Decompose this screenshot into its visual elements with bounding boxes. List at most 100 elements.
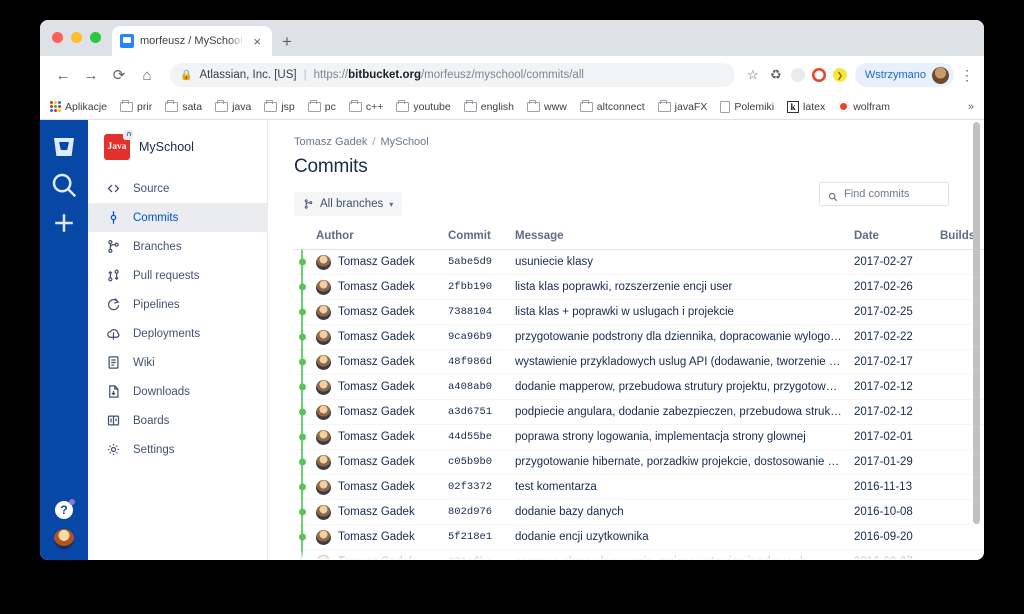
table-row[interactable]: Tomasz Gadek 7388104 lista klas + poprawki… [294, 299, 984, 325]
lock-icon: 🔒 [180, 69, 193, 81]
address-bar[interactable]: 🔒 Atlassian, Inc. [US] | https://bitbuck… [170, 63, 735, 87]
commit-hash[interactable]: 5f218e1 [448, 531, 515, 543]
bookmark-item[interactable]: java [215, 99, 251, 113]
bookmark-item[interactable]: wolfram [838, 101, 890, 113]
close-icon[interactable]: × [250, 33, 264, 50]
table-row[interactable]: Tomasz Gadek 2fbb190 lista klas poprawki, … [294, 274, 984, 300]
commit-message[interactable]: usuniecie klasy [515, 256, 854, 268]
bitbucket-logo[interactable] [49, 132, 79, 162]
table-row[interactable]: Tomasz Gadek 9ca96b9 przygotowanie podstro… [294, 324, 984, 350]
commit-hash[interactable]: 48f986d [448, 356, 515, 368]
sidebar-item-deployments[interactable]: Deployments [88, 319, 267, 348]
commit-message[interactable]: poprawa strony logowania, implementacja … [515, 431, 854, 443]
folder-icon [165, 99, 179, 112]
bookmark-item[interactable]: prir [120, 99, 152, 113]
commit-hash[interactable]: 44d55be [448, 431, 515, 443]
close-window-button[interactable] [52, 32, 63, 43]
help-icon[interactable]: ? [55, 499, 75, 519]
folder-icon [463, 99, 477, 112]
reload-icon[interactable]: ⟳ [106, 62, 132, 88]
commit-hash[interactable]: 5abe5d9 [448, 256, 515, 268]
find-commits-box[interactable] [819, 182, 949, 206]
apps-grid-icon [50, 101, 61, 112]
browser-menu-icon[interactable]: ⋮ [960, 68, 974, 82]
commit-hash[interactable]: 7388104 [448, 306, 515, 318]
sidebar-item-commits[interactable]: Commits [88, 203, 267, 232]
commit-message[interactable]: przygotowanie hibernate, porzadkiw proje… [515, 456, 854, 468]
search-icon[interactable] [49, 170, 79, 200]
maximize-window-button[interactable] [90, 32, 101, 43]
repository-header[interactable]: Java MySchool [88, 130, 267, 174]
new-tab-button[interactable]: + [282, 33, 292, 50]
bookmark-item[interactable]: altconnect [579, 99, 645, 113]
forward-icon[interactable]: → [78, 62, 104, 88]
table-row[interactable]: Tomasz Gadek 48f986d wystawienie przyklado… [294, 349, 984, 375]
commit-hash[interactable]: 802d976 [448, 506, 515, 518]
commit-message[interactable]: podpiecie angulara, dodanie zabezpieczen… [515, 406, 854, 418]
table-row[interactable]: Tomasz Gadek 44d55be poprawa strony logowa… [294, 424, 984, 450]
back-icon[interactable]: ← [50, 62, 76, 88]
bookmark-item[interactable]: sata [165, 99, 202, 113]
sidebar-item-source[interactable]: Source [88, 174, 267, 203]
commit-message[interactable]: dodanie mapperow, przebudowa strutury pr… [515, 381, 854, 393]
bookmark-item[interactable]: youtube [396, 99, 451, 113]
commit-hash[interactable]: 2fbb190 [448, 281, 515, 293]
extension-icon[interactable] [790, 68, 805, 82]
bookmark-item[interactable]: english [463, 99, 514, 113]
arrow-circle-icon[interactable]: ❯ [832, 68, 847, 82]
table-row[interactable]: Tomasz Gadek 02f3372 test komentarza 2016-1… [294, 474, 984, 500]
sidebar-item-boards[interactable]: Boards [88, 406, 267, 435]
table-row[interactable]: Tomasz Gadek a3d6751 podpiecie angulara, d… [294, 399, 984, 425]
commit-hash[interactable]: c05b9b0 [448, 456, 515, 468]
bookmark-item[interactable]: Polemiki [720, 100, 774, 113]
table-row[interactable]: Tomasz Gadek 5f218e1 dodanie encji uzytkow… [294, 524, 984, 550]
home-icon[interactable]: ⌂ [134, 62, 160, 88]
commit-hash[interactable]: a3d6751 [448, 406, 515, 418]
bookmark-item[interactable]: k latex [787, 100, 825, 113]
commit-hash[interactable]: 9ca96b9 [448, 331, 515, 343]
bookmark-item[interactable]: pc [307, 99, 336, 113]
commit-message[interactable]: wystawienie przykladowych uslug API (dod… [515, 356, 854, 368]
sidebar-item-downloads[interactable]: Downloads [88, 377, 267, 406]
commit-hash[interactable]: 831efbe [448, 556, 515, 560]
minimize-window-button[interactable] [71, 32, 82, 43]
search-input[interactable] [844, 188, 940, 200]
vertical-scrollbar[interactable] [973, 122, 980, 524]
bookmark-apps[interactable]: Aplikacje [50, 101, 107, 113]
profile-chip[interactable]: Wstrzymano [854, 63, 954, 87]
breadcrumb-repo[interactable]: MySchool [380, 136, 428, 148]
commit-message[interactable]: dodanie encji uzytkownika [515, 531, 854, 543]
commit-hash[interactable]: a408ab0 [448, 381, 515, 393]
bookmarks-overflow-icon[interactable]: » [968, 101, 974, 113]
table-row[interactable]: Tomasz Gadek 831efbepoprawa ekranu logowa… [294, 549, 984, 560]
browser-tab[interactable]: morfeusz / MySchool / Commi × [112, 26, 272, 56]
sidebar-item-pipelines[interactable]: Pipelines [88, 290, 267, 319]
sidebar-item-branches[interactable]: Branches [88, 232, 267, 261]
avatar[interactable] [53, 528, 75, 550]
commit-message[interactable]: przygotowanie podstrony dla dziennika, d… [515, 331, 854, 343]
branch-filter-button[interactable]: All branches ▾ [294, 192, 403, 216]
bookmark-item[interactable]: javaFX [657, 99, 707, 113]
star-icon[interactable]: ☆ [745, 67, 761, 83]
opera-icon[interactable] [811, 68, 826, 82]
table-row[interactable]: Tomasz Gadek 802d976 dodanie bazy danych 20… [294, 499, 984, 525]
commit-message[interactable]: lista klas + poprawki w uslugach i proje… [515, 306, 854, 318]
table-row[interactable]: Tomasz Gadek c05b9b0 przygotowanie hiberna… [294, 449, 984, 475]
commit-message[interactable]: lista klas poprawki, rozszerzenie encji … [515, 281, 854, 293]
code-brackets-icon [106, 181, 121, 196]
sync-icon[interactable]: ♻ [768, 67, 784, 83]
commit-message[interactable]: poprawa ekranu logowania, zmiana ustawie… [515, 556, 854, 560]
breadcrumb-owner[interactable]: Tomasz Gadek [294, 136, 367, 148]
bookmark-item[interactable]: www [527, 99, 567, 113]
commit-hash[interactable]: 02f3372 [448, 481, 515, 493]
commit-message[interactable]: test komentarza [515, 481, 854, 493]
sidebar-item-settings[interactable]: Settings [88, 435, 267, 464]
sidebar-item-wiki[interactable]: Wiki [88, 348, 267, 377]
commit-message[interactable]: dodanie bazy danych [515, 506, 854, 518]
bookmark-item[interactable]: c++ [348, 99, 383, 113]
sidebar-item-pull-requests[interactable]: Pull requests [88, 261, 267, 290]
table-row[interactable]: Tomasz Gadek 5abe5d9 usuniecie klasy 2017-0… [294, 249, 984, 275]
bookmark-item[interactable]: jsp [264, 99, 295, 113]
table-row[interactable]: Tomasz Gadek a408ab0 dodanie mapperow, prz… [294, 374, 984, 400]
create-icon[interactable] [49, 208, 79, 238]
